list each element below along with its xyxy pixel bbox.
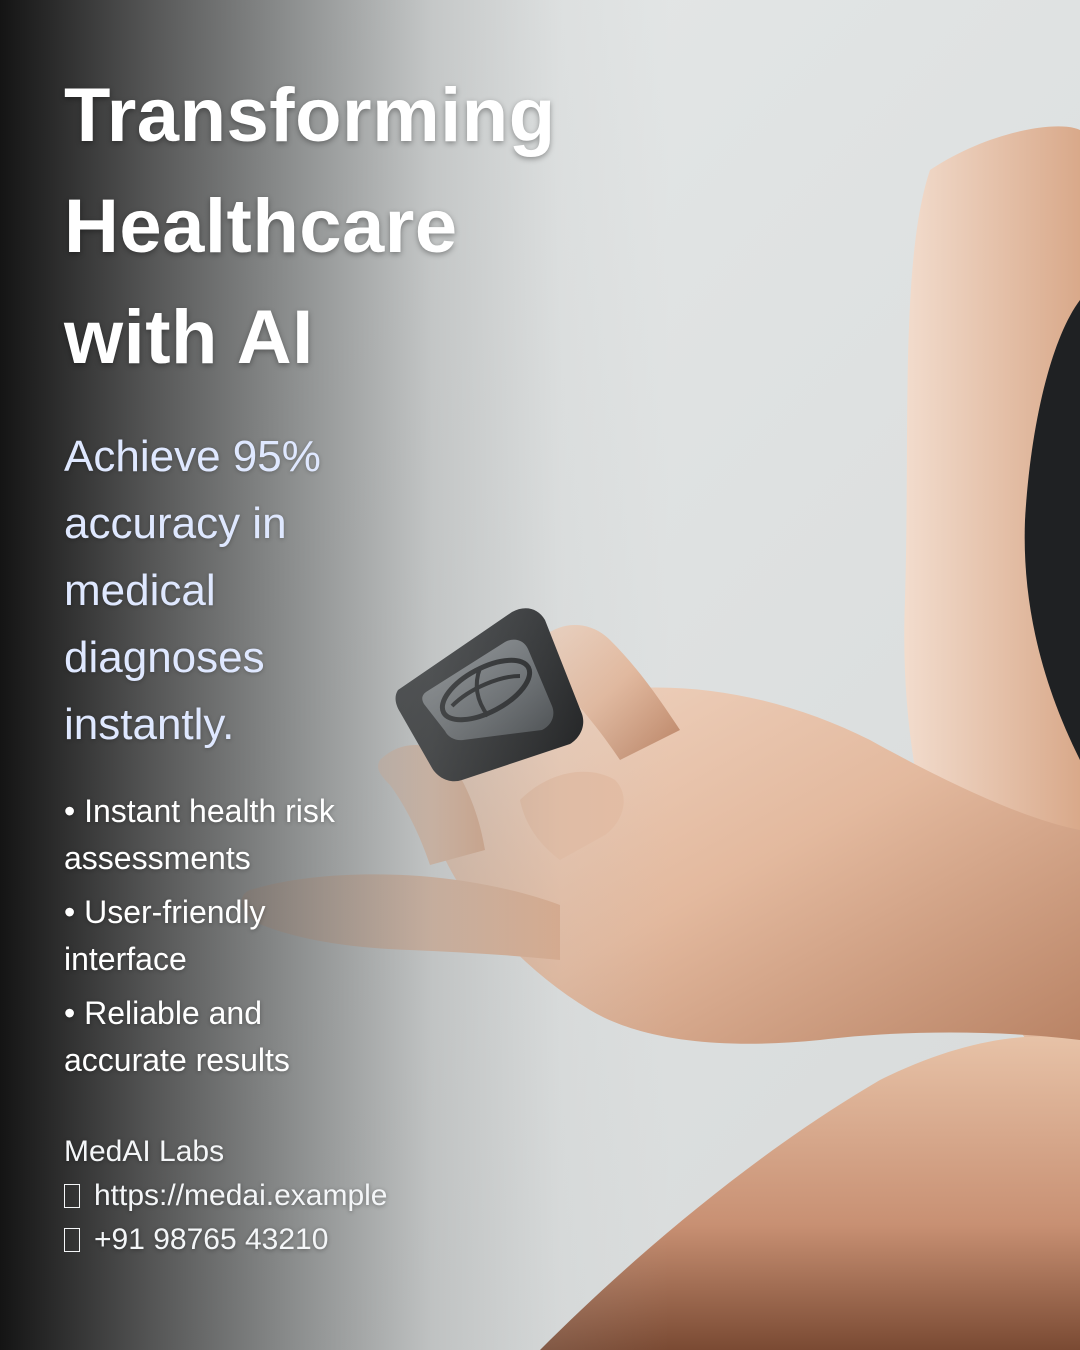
feature-item-line: • Reliable and xyxy=(64,995,262,1031)
company-name: MedAI Labs xyxy=(64,1135,225,1168)
subheadline-line: accuracy in xyxy=(64,499,287,548)
phone-row[interactable]: +91 98765 43210 xyxy=(64,1218,387,1262)
subheadline-line: diagnoses xyxy=(64,633,265,682)
link-icon xyxy=(64,1184,80,1208)
headline-line: Transforming xyxy=(64,73,556,158)
subheadline-line: instantly. xyxy=(64,700,235,749)
headline-line: with AI xyxy=(64,295,314,380)
subheadline-line: Achieve 95% xyxy=(64,432,321,481)
website-row[interactable]: https://medai.example xyxy=(64,1174,387,1218)
poster: Transforming Healthcare with AI Achieve … xyxy=(0,0,1080,1350)
feature-item: • User-friendly interface xyxy=(64,889,664,983)
main-content: Transforming Healthcare with AI Achieve … xyxy=(64,60,664,1091)
feature-item-line: interface xyxy=(64,941,187,977)
feature-item: • Reliable and accurate results xyxy=(64,990,664,1084)
feature-item-line: accurate results xyxy=(64,1042,290,1078)
headline-line: Healthcare xyxy=(64,184,458,269)
feature-item-line: assessments xyxy=(64,840,251,876)
phone-icon xyxy=(64,1228,80,1252)
feature-item: • Instant health risk assessments xyxy=(64,788,664,882)
contact-footer: MedAI Labs https://medai.example +91 987… xyxy=(64,1130,387,1262)
subheadline: Achieve 95% accuracy in medical diagnose… xyxy=(64,423,664,758)
headline: Transforming Healthcare with AI xyxy=(64,60,664,393)
feature-list: • Instant health risk assessments • User… xyxy=(64,788,664,1084)
phone-number[interactable]: +91 98765 43210 xyxy=(94,1223,328,1256)
website-link[interactable]: https://medai.example xyxy=(94,1179,387,1212)
feature-item-line: • Instant health risk xyxy=(64,793,335,829)
subheadline-line: medical xyxy=(64,566,216,615)
feature-item-line: • User-friendly xyxy=(64,894,266,930)
